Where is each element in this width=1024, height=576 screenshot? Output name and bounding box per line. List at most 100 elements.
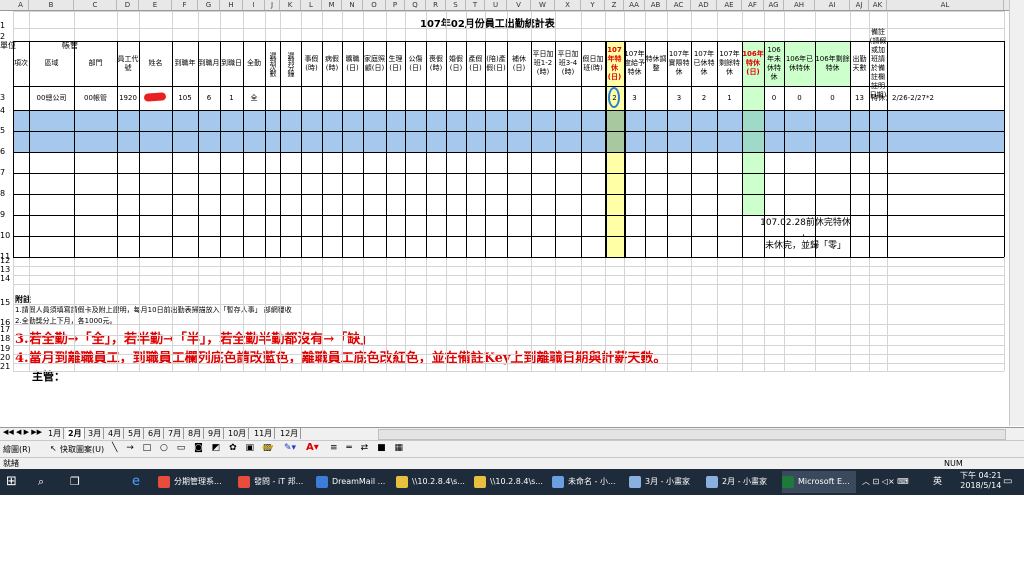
- row4-ai[interactable]: 0: [815, 86, 850, 110]
- sheet-tab-4[interactable]: 4月: [106, 428, 125, 439]
- sheet-tab-9[interactable]: 9月: [206, 428, 225, 439]
- ime-indicator[interactable]: 英: [933, 471, 942, 493]
- column-header-e[interactable]: E: [139, 0, 172, 10]
- taskbar-item-label: \\10.2.8.4\s...: [490, 477, 543, 486]
- column-header-ab[interactable]: AB: [645, 0, 667, 10]
- column-header-j[interactable]: J: [265, 0, 280, 10]
- column-header-aj[interactable]: AJ: [850, 0, 869, 10]
- column-header-ah[interactable]: AH: [784, 0, 815, 10]
- column-header-z[interactable]: Z: [605, 0, 624, 10]
- column-header-aa[interactable]: AA: [624, 0, 645, 10]
- column-header-m[interactable]: M: [322, 0, 342, 10]
- vertical-scrollbar[interactable]: [1009, 0, 1024, 426]
- taskbar-item-8[interactable]: 2月 - 小畫家: [706, 471, 780, 493]
- row4-ah[interactable]: 0: [784, 86, 815, 110]
- internet-explorer-icon[interactable]: e: [132, 471, 140, 493]
- column-header-h[interactable]: H: [220, 0, 243, 10]
- font-color-icon[interactable]: A▾: [306, 442, 319, 453]
- select-arrow-icon[interactable]: ↖: [50, 444, 57, 453]
- column-header-l[interactable]: L: [301, 0, 322, 10]
- column-header-bar: A B C D E F G H I J K L M N O P Q R S T U V W X Y Z AA AB AC AD AE AF AG…: [0, 0, 1009, 11]
- sheet-tab-10[interactable]: 10月: [226, 428, 250, 439]
- taskbar-item-1[interactable]: 分期管理系...: [158, 471, 232, 493]
- column-header-u[interactable]: U: [485, 0, 507, 10]
- autoshapes-button[interactable]: 快取圖案(U): [60, 444, 104, 455]
- column-header-x[interactable]: X: [555, 0, 581, 10]
- taskbar-item-9[interactable]: Microsoft E...: [782, 471, 856, 493]
- fill-color-icon[interactable]: ◈▾: [262, 443, 273, 453]
- column-header-ac[interactable]: AC: [667, 0, 691, 10]
- notification-icon[interactable]: ▭: [1003, 471, 1012, 493]
- sheet-tab-2[interactable]: 2月: [66, 428, 85, 439]
- column-header-s[interactable]: S: [446, 0, 466, 10]
- horizontal-scrollbar[interactable]: [378, 429, 1006, 440]
- column-header-g[interactable]: G: [198, 0, 220, 10]
- sheet-tab-5[interactable]: 5月: [126, 428, 145, 439]
- line-style-icon[interactable]: ≡ ═ ⇄ ■ ▦: [330, 443, 406, 453]
- column-header-ak[interactable]: AK: [869, 0, 887, 10]
- sheet-tab-1[interactable]: 1月: [46, 428, 65, 439]
- line-color-icon[interactable]: ✎▾: [284, 443, 296, 453]
- taskbar-item-6[interactable]: 未命名 - 小...: [552, 471, 626, 493]
- column-header-v[interactable]: V: [507, 0, 531, 10]
- row4-ad[interactable]: 2: [691, 86, 717, 110]
- shape-tools-icon[interactable]: ╲ → □ ○ ▭ ◙ ◩ ✿ ▣ ▨: [112, 443, 274, 453]
- row-header-14[interactable]: 14: [0, 275, 10, 284]
- drawing-toolbar: 繪圖(R) ↖ 快取圖案(U) ╲ → □ ○ ▭ ◙ ◩ ✿ ▣ ▨ ◈▾ ✎…: [0, 440, 1024, 457]
- row4-day[interactable]: 1: [220, 86, 243, 110]
- row4-dept[interactable]: 00帳管: [74, 86, 117, 110]
- sheet-tab-3[interactable]: 3月: [86, 428, 105, 439]
- column-header-k[interactable]: K: [280, 0, 301, 10]
- column-header-c[interactable]: C: [74, 0, 117, 10]
- row4-ac[interactable]: 3: [667, 86, 691, 110]
- row4-remark[interactable]: 特休：2/26-2/27*2: [871, 86, 934, 110]
- column-header-b[interactable]: B: [29, 0, 74, 10]
- task-view-icon[interactable]: ❐: [70, 471, 80, 493]
- column-header-af[interactable]: AF: [742, 0, 764, 10]
- sheet-tab-12[interactable]: 12月: [278, 428, 302, 439]
- sheet-tab-6[interactable]: 6月: [146, 428, 165, 439]
- tray-icons[interactable]: ︿ ⊡ ◁× ⌨: [862, 471, 909, 493]
- column-header-r[interactable]: R: [426, 0, 446, 10]
- row4-year[interactable]: 105: [172, 86, 198, 110]
- tab-nav-icon[interactable]: ◀◀ ◀ ▶ ▶▶: [3, 428, 42, 436]
- taskbar-item-7[interactable]: 3月 - 小畫家: [629, 471, 703, 493]
- taskbar-item-3[interactable]: DreamMail ...: [316, 471, 390, 493]
- column-header-ad[interactable]: AD: [691, 0, 717, 10]
- sheet-tab-11[interactable]: 11月: [252, 428, 276, 439]
- column-header-q[interactable]: Q: [405, 0, 426, 10]
- column-header-ae[interactable]: AE: [717, 0, 742, 10]
- sheet-tab-8[interactable]: 8月: [186, 428, 205, 439]
- row4-emp_id[interactable]: 1920: [117, 86, 139, 110]
- column-header-y[interactable]: Y: [581, 0, 605, 10]
- start-windows-icon[interactable]: ⊞: [6, 471, 17, 493]
- column-header-d[interactable]: D: [117, 0, 139, 10]
- row4-ag[interactable]: 0: [764, 86, 784, 110]
- row4-month[interactable]: 6: [198, 86, 220, 110]
- column-header-t[interactable]: T: [466, 0, 485, 10]
- column-header-p[interactable]: P: [386, 0, 405, 10]
- column-header-i[interactable]: I: [243, 0, 265, 10]
- draw-menu-button[interactable]: 繪圖(R): [3, 444, 31, 455]
- column-header-o[interactable]: O: [363, 0, 386, 10]
- row-header-21[interactable]: 21: [0, 363, 10, 371]
- column-header-al[interactable]: AL: [887, 0, 1004, 10]
- taskbar-item-2[interactable]: 發問 - iT 邦...: [238, 471, 312, 493]
- search-icon[interactable]: ⌕: [38, 471, 44, 493]
- header-cell-b: 區域: [44, 59, 59, 67]
- taskbar-item-5[interactable]: \\10.2.8.4\s...: [474, 471, 548, 493]
- row4-area[interactable]: 00總公司: [29, 86, 74, 110]
- column-header-ai[interactable]: AI: [815, 0, 850, 10]
- row4-aa[interactable]: 3: [624, 86, 645, 110]
- row4-full_att[interactable]: 全: [243, 86, 265, 110]
- row4-aj[interactable]: 13: [850, 86, 869, 110]
- column-header-a[interactable]: A: [13, 0, 29, 10]
- taskbar-item-4[interactable]: \\10.2.8.4\s...: [396, 471, 470, 493]
- row4-ae[interactable]: 1: [717, 86, 742, 110]
- column-header-w[interactable]: W: [531, 0, 555, 10]
- clock[interactable]: 下午 04:21 2018/5/14: [960, 471, 1002, 491]
- column-header-f[interactable]: F: [172, 0, 198, 10]
- column-header-ag[interactable]: AG: [764, 0, 784, 10]
- column-header-n[interactable]: N: [342, 0, 363, 10]
- sheet-tab-7[interactable]: 7月: [166, 428, 185, 439]
